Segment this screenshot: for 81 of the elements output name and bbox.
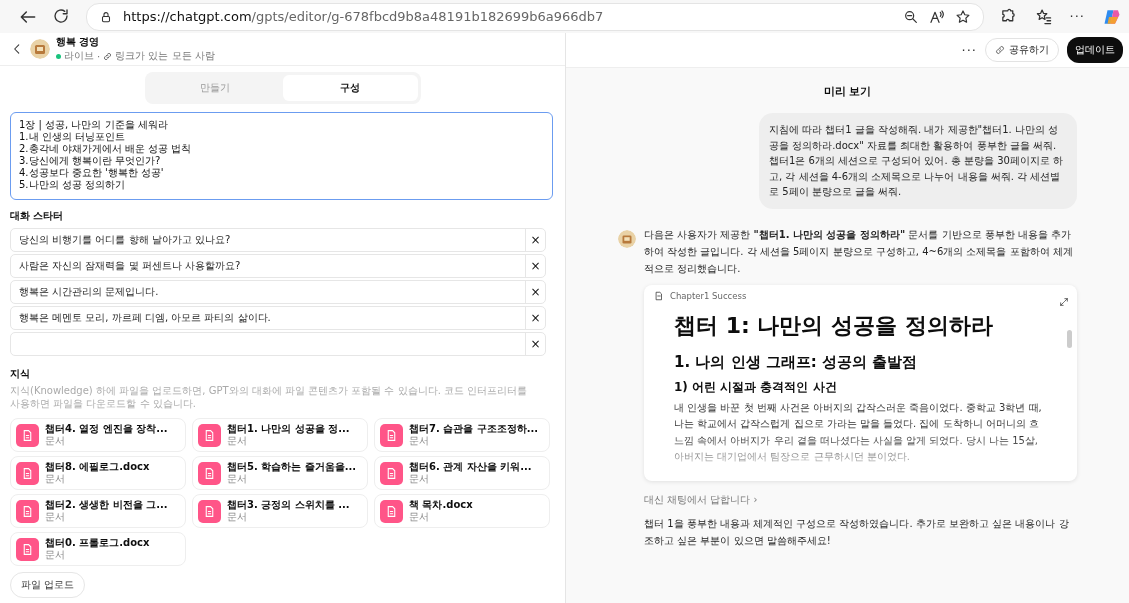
upload-button[interactable]: 파일 업로드 xyxy=(10,572,86,598)
file-card[interactable]: 챕터0. 프롤로그.docx 문서 xyxy=(10,532,186,566)
section-label: 대화 스타터 xyxy=(10,209,65,223)
file-type: 문서 xyxy=(409,511,430,523)
document-icon xyxy=(198,461,221,485)
canvas-section-heading: 1) 어린 시절과 충격적인 사건 xyxy=(674,378,838,396)
file-name: 챕터2. 생생한 비전을 그... xyxy=(45,499,168,511)
file-type: 문서 xyxy=(45,435,66,447)
canvas-paragraph: 내 인생을 바꾼 첫 번째 사건은 아버지의 갑작스러운 죽음이었다. 중학교 3학년 때, 나는 학교에서 갑작스럽게 집으로 가라는 말을 들었다. 집에 도착하니 어머니의 흐느낌 속에서 아버지가 우리 곁을 떠나셨다는 사실을 알게 되었다. 당시 나는 15살, 아버지는 대기업에서 팀장으로 근무하시던 분이었다. xyxy=(674,400,1043,464)
file-name: 챕터8. 에필로그.docx xyxy=(45,461,150,473)
document-icon xyxy=(654,290,664,301)
file-name: 챕터0. 프롤로그.docx xyxy=(45,537,150,549)
link-icon xyxy=(103,51,113,61)
avatar-icon xyxy=(30,39,50,59)
file-type: 문서 xyxy=(227,511,248,523)
document-icon xyxy=(16,499,39,523)
file-card[interactable]: 챕터1. 나만의 성공을 정... 문서 xyxy=(192,418,368,452)
address-bar[interactable]: https://chatgpt.com/gpts/editor/g-678fbcd9b8a48191b182699b6a966db7 xyxy=(86,2,984,31)
file-card[interactable]: 책 목차.docx 문서 xyxy=(374,494,550,528)
copilot-icon[interactable] xyxy=(1103,7,1121,26)
chat-reply-link[interactable]: 대신 채팅에서 답합니다 › xyxy=(644,492,1077,507)
status-text: 라이브 xyxy=(64,49,94,63)
favorites-icon[interactable] xyxy=(1034,8,1052,25)
document-icon xyxy=(198,423,221,447)
file-type: 문서 xyxy=(409,435,430,447)
file-type: 문서 xyxy=(45,473,66,485)
document-icon xyxy=(380,423,403,447)
file-name: 챕터4. 열정 엔진을 장착... xyxy=(45,423,168,435)
share-button[interactable]: 공유하기 xyxy=(985,38,1059,62)
zoom-out-icon[interactable] xyxy=(902,8,919,25)
file-card[interactable]: 챕터6. 관계 자산을 키워... 문서 xyxy=(374,456,550,490)
gpt-name: 행복 경영 xyxy=(56,35,101,49)
file-name: 책 목차.docx xyxy=(409,499,473,511)
instructions-field[interactable]: 1장 | 성공, 나만의 기준을 세워라 1.내 인생의 터닝포인트 2.충각네 야채가게에서 배운 성공 법칙 3.당신에게 행복이란 무엇인가? 4.성공보다 중요한 '행복한 성공' 5.나만의 성공 정의하기 xyxy=(10,112,553,200)
canvas-name: Chapter1 Success xyxy=(670,290,747,301)
url-text[interactable]: https://chatgpt.com/gpts/editor/g-678fbcd9b8a48191b182699b6a966db7 xyxy=(123,9,893,24)
file-name: 챕터6. 관계 자산을 키워... xyxy=(409,461,532,473)
scrollbar-thumb[interactable] xyxy=(1067,329,1072,348)
lock-icon xyxy=(99,9,113,24)
file-name: 챕터7. 습관을 구조조정하... xyxy=(409,423,539,435)
reload-icon[interactable] xyxy=(52,6,70,25)
knowledge-description: 지식(Knowledge) 하에 파일을 업로드하면, GPT와의 대화에 파일 콘텐츠가 포함될 수 있습니다. 코드 인터프리터를 사용하면 파일을 다운로드할 수 있습니다. xyxy=(10,384,529,410)
separator-text: · xyxy=(97,50,101,62)
star-icon[interactable] xyxy=(954,8,971,25)
more-button[interactable]: ··· xyxy=(1069,9,1085,24)
file-card[interactable]: 챕터4. 열정 엔진을 장착... 문서 xyxy=(10,418,186,452)
file-type: 문서 xyxy=(45,511,66,523)
document-icon xyxy=(16,423,39,447)
file-card[interactable]: 챕터8. 에필로그.docx 문서 xyxy=(10,456,186,490)
audience-text: 링크가 있는 모든 사람 xyxy=(115,49,215,63)
update-button[interactable]: 업데이트 xyxy=(1067,37,1123,63)
file-name: 챕터1. 나만의 성공을 정... xyxy=(227,423,350,435)
tab[interactable]: 구성 xyxy=(282,75,418,101)
link-icon xyxy=(995,45,1005,55)
file-type: 문서 xyxy=(227,473,248,485)
file-type: 문서 xyxy=(409,473,430,485)
file-name: 챕터3. 긍정의 스위치를 ... xyxy=(227,499,350,511)
avatar-icon xyxy=(618,229,636,248)
section-label: 지식 xyxy=(10,367,31,381)
file-card[interactable]: 챕터5. 학습하는 즐거움을... 문서 xyxy=(192,456,368,490)
read-aloud-icon[interactable] xyxy=(928,8,945,25)
document-icon xyxy=(16,461,39,485)
preview-title: 미리 보기 xyxy=(822,84,873,99)
file-card[interactable]: 챕터3. 긍정의 스위치를 ... 문서 xyxy=(192,494,368,528)
file-card[interactable]: 챕터7. 습관을 구조조정하... 문서 xyxy=(374,418,550,452)
canvas-heading: 챕터 1: 나만의 성공을 정의하라 xyxy=(674,311,994,340)
assistant-message: 챕터 1을 풍부한 내용과 체계적인 구성으로 작성하였습니다. 추가로 보완하고 싶은 내용이나 강조하고 싶은 부분이 있으면 말씀해주세요! xyxy=(644,516,1070,548)
file-card[interactable]: 챕터2. 생생한 비전을 그... 문서 xyxy=(10,494,186,528)
more-button[interactable]: ··· xyxy=(961,42,977,58)
live-status-dot xyxy=(56,53,61,59)
expand-icon[interactable] xyxy=(1059,296,1069,307)
document-icon xyxy=(198,499,221,523)
file-type: 문서 xyxy=(227,435,248,447)
document-icon xyxy=(380,461,403,485)
file-type: 문서 xyxy=(45,549,66,561)
canvas-subheading: 1. 나의 인생 그래프: 성공의 출발점 xyxy=(674,352,919,372)
assistant-message: 다음은 사용자가 제공한 "챕터1. 나만의 성공을 정의하라" 문서를 기반으로 풍부한 내용을 추가하여 작성한 글입니다. 각 세션을 5페이지 분량으로 구성하고, 4~6개의 소제목을 포함하여 체계적으로 정리했습니다. xyxy=(644,227,1074,276)
document-icon xyxy=(16,537,39,561)
file-name: 챕터5. 학습하는 즐거움을... xyxy=(227,461,357,473)
user-message: 지침에 따라 챕터1 글을 작성해줘. 내가 제공한"챕터1. 나만의 성공을 정의하라.docx" 자료를 최대한 활용하여 풍부한 글을 써줘. 챕터1은 6개의 세션으로 구성되어 있어. 총 분량을 30페이지로 하고, 각 세션을 4-6개의 소제목으로 나누어 내용을 써줘. 각 세션별로 5페이 분량으로 글을 써줘. xyxy=(759,113,1077,209)
document-icon xyxy=(380,499,403,523)
